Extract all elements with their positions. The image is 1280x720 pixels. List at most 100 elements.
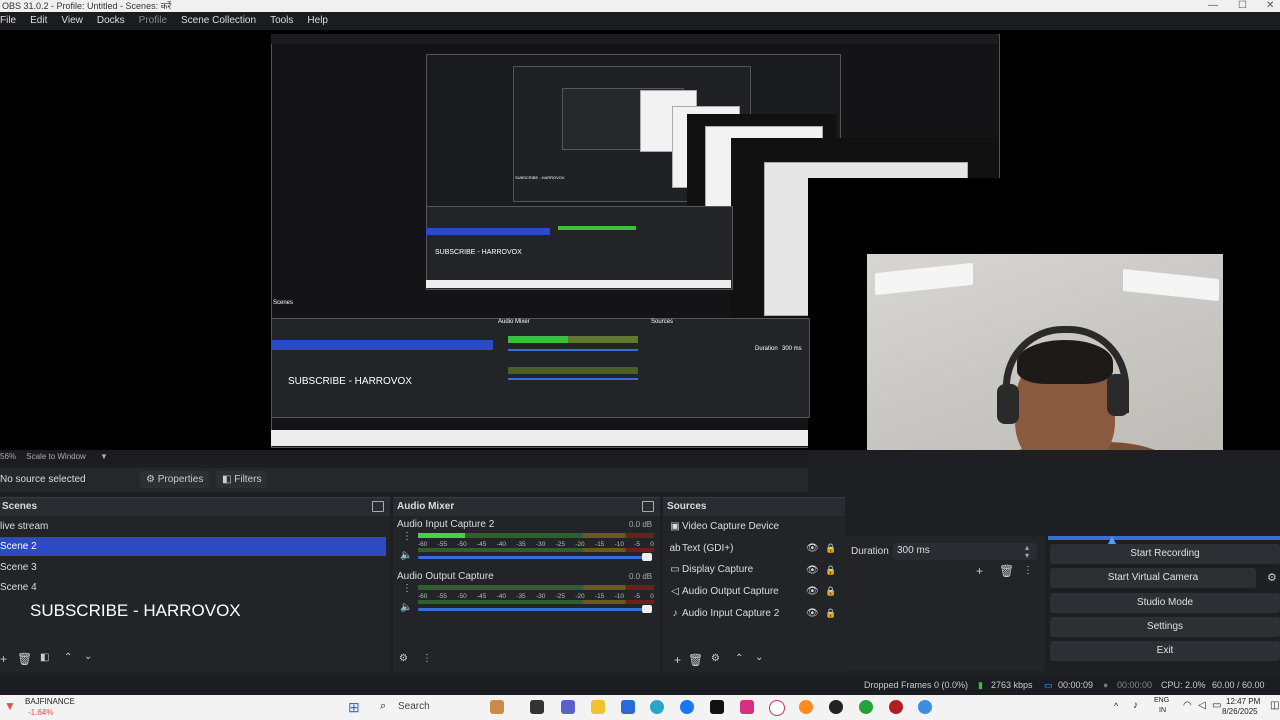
- dock-icon[interactable]: [642, 501, 654, 512]
- app-icon[interactable]: [889, 700, 903, 714]
- scene-item[interactable]: Scene 4: [0, 578, 386, 597]
- folder-icon[interactable]: [591, 700, 605, 714]
- menu-file[interactable]: File: [0, 12, 23, 30]
- exit-button[interactable]: Exit: [1050, 641, 1280, 661]
- add-icon[interactable]: +: [674, 653, 681, 667]
- app-icon[interactable]: [710, 700, 724, 714]
- kebab-icon[interactable]: ⋮: [402, 531, 412, 542]
- chevron-up-icon[interactable]: ^: [1114, 701, 1118, 711]
- stock-name[interactable]: BAJFINANCE: [25, 697, 75, 706]
- instagram-icon[interactable]: [740, 700, 754, 714]
- speaker-icon[interactable]: 🔈: [400, 550, 412, 561]
- edge-icon[interactable]: [650, 700, 664, 714]
- store-icon[interactable]: [621, 700, 635, 714]
- studio-mode-button[interactable]: Studio Mode: [1050, 593, 1280, 613]
- scale-dropdown[interactable]: Scale to Window: [26, 452, 86, 461]
- gear-icon[interactable]: ⚙: [711, 653, 720, 664]
- menu-view[interactable]: View: [54, 12, 90, 30]
- windows-taskbar: ▼ BAJFINANCE -1.64% ⊞ ⌕ Search ^ ♪ ENG I…: [0, 695, 1280, 720]
- properties-button[interactable]: ⚙ Properties: [140, 471, 210, 488]
- filters-button[interactable]: ◧ Filters: [216, 471, 268, 488]
- source-item[interactable]: ▭ Display Capture: [668, 560, 808, 580]
- source-item[interactable]: ♪ Audio Input Capture 2: [668, 604, 808, 624]
- windows-start-icon[interactable]: ⊞: [348, 699, 360, 716]
- trash-icon[interactable]: 🗑: [999, 564, 1014, 578]
- cpu-usage: CPU: 2.0%: [1161, 680, 1206, 690]
- chevron-up-icon[interactable]: ⌃: [64, 652, 72, 663]
- controls-top-accent: [1048, 536, 1280, 540]
- menu-profile[interactable]: Profile: [132, 12, 174, 30]
- firefox-icon[interactable]: [799, 700, 813, 714]
- clock-time[interactable]: 12:47 PM: [1226, 697, 1260, 706]
- lock-icon[interactable]: 🔒: [825, 543, 836, 554]
- volume-icon[interactable]: ◁: [1198, 700, 1206, 711]
- obs-icon[interactable]: [829, 700, 843, 714]
- notification-icon[interactable]: ◫: [1270, 700, 1279, 711]
- app-icon[interactable]: [769, 700, 785, 716]
- eye-icon[interactable]: 👁: [806, 608, 819, 619]
- duration-value: 300 ms: [897, 545, 930, 556]
- taskbar-search[interactable]: Search: [398, 701, 430, 712]
- scene-item-selected[interactable]: Scene 2: [0, 537, 386, 556]
- eye-icon[interactable]: 👁: [806, 586, 819, 597]
- app-icon[interactable]: [490, 700, 504, 714]
- gear-icon[interactable]: ⚙: [399, 653, 408, 664]
- chevron-down-icon[interactable]: ▼: [100, 450, 108, 464]
- kebab-icon[interactable]: ⋮: [402, 583, 412, 594]
- menu-help[interactable]: Help: [300, 12, 335, 30]
- teams-icon[interactable]: [561, 700, 575, 714]
- language-top[interactable]: ENG: [1154, 697, 1169, 704]
- gear-icon[interactable]: ⚙: [1267, 571, 1277, 584]
- menu-scene-collection[interactable]: Scene Collection: [174, 12, 263, 30]
- scene-item[interactable]: Scene 3: [0, 558, 386, 577]
- kebab-icon[interactable]: ⋮: [422, 653, 432, 664]
- duration-spinbox[interactable]: 300 ms ▴ ▾: [893, 543, 1037, 560]
- preview-canvas[interactable]: SUBSCRIBE - HARROVOX SUBSCRIBE - HARROVO…: [0, 30, 1280, 450]
- app-icon[interactable]: [859, 700, 873, 714]
- lock-icon[interactable]: 🔒: [825, 565, 836, 576]
- filter-icon[interactable]: ◧: [40, 652, 49, 663]
- speaker-icon[interactable]: 🔈: [400, 602, 412, 613]
- tick-label: -10: [614, 541, 624, 548]
- chevron-down-icon[interactable]: ▾: [1025, 551, 1029, 560]
- minimize-icon[interactable]: —: [1208, 0, 1218, 12]
- kebab-icon[interactable]: ⋮: [1023, 565, 1033, 576]
- facebook-icon[interactable]: [680, 700, 694, 714]
- volume-slider[interactable]: [418, 556, 646, 559]
- trash-icon[interactable]: 🗑: [17, 652, 32, 666]
- chevron-down-icon[interactable]: ⌄: [755, 652, 763, 663]
- chrome-icon[interactable]: [918, 700, 932, 714]
- mixer-title: Audio Mixer: [397, 501, 455, 512]
- maximize-icon[interactable]: ☐: [1238, 0, 1247, 12]
- chevron-down-icon[interactable]: ⌄: [84, 651, 92, 662]
- menu-edit[interactable]: Edit: [23, 12, 54, 30]
- task-view-icon[interactable]: [530, 700, 544, 714]
- close-icon[interactable]: ✕: [1266, 0, 1274, 12]
- lock-icon[interactable]: 🔒: [825, 608, 836, 619]
- scene-item[interactable]: live stream: [0, 517, 386, 536]
- volume-slider-handle[interactable]: [642, 553, 652, 561]
- battery-icon[interactable]: ▭: [1212, 700, 1221, 711]
- mic-icon[interactable]: ♪: [1133, 700, 1138, 711]
- add-icon[interactable]: +: [0, 652, 7, 666]
- eye-icon[interactable]: 👁: [806, 543, 819, 554]
- trash-icon[interactable]: 🗑: [688, 653, 703, 667]
- add-icon[interactable]: +: [976, 564, 983, 578]
- source-item[interactable]: ◁ Audio Output Capture: [668, 582, 808, 602]
- volume-slider-handle[interactable]: [642, 605, 652, 613]
- search-icon[interactable]: ⌕: [380, 700, 386, 713]
- source-item[interactable]: ▣ Video Capture Device: [668, 517, 808, 537]
- menu-tools[interactable]: Tools: [263, 12, 300, 30]
- chevron-up-icon[interactable]: ⌃: [735, 653, 743, 664]
- start-recording-button[interactable]: Start Recording: [1050, 544, 1280, 564]
- start-virtual-camera-button[interactable]: Start Virtual Camera: [1050, 568, 1256, 588]
- settings-button[interactable]: Settings: [1050, 617, 1280, 637]
- lock-icon[interactable]: 🔒: [825, 586, 836, 597]
- wifi-icon[interactable]: ◠: [1183, 700, 1192, 711]
- menu-docks[interactable]: Docks: [90, 12, 132, 30]
- source-item[interactable]: abText (GDI+): [668, 539, 808, 559]
- eye-icon[interactable]: 👁: [806, 565, 819, 576]
- dock-icon[interactable]: [372, 501, 384, 512]
- volume-slider[interactable]: [418, 608, 646, 611]
- nested-meter-green: [508, 336, 568, 343]
